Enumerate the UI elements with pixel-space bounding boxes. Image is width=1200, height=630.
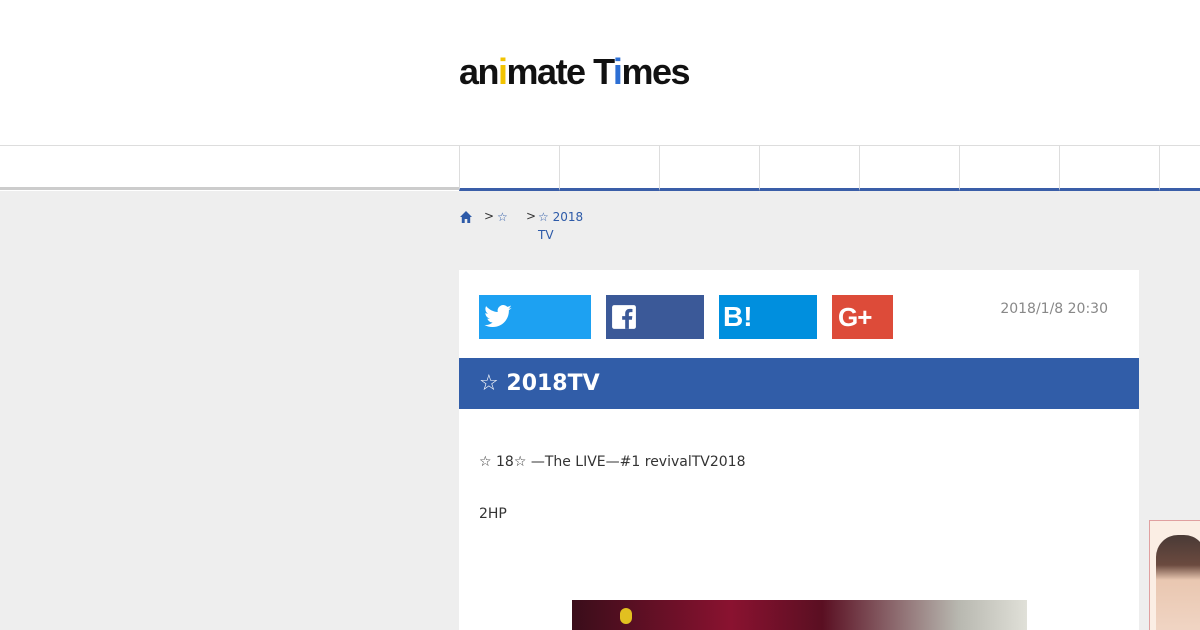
nav-tab[interactable] xyxy=(459,146,559,191)
logo-text: T xyxy=(593,51,614,92)
facebook-share-button[interactable] xyxy=(606,295,704,339)
twitter-share-button[interactable] xyxy=(479,295,591,339)
logo-text: an xyxy=(459,51,500,92)
logo-text: mes xyxy=(621,51,690,92)
nav-tab[interactable] xyxy=(659,146,759,191)
nav-tab[interactable] xyxy=(959,146,1059,191)
facebook-icon xyxy=(612,305,636,329)
nav-tab[interactable] xyxy=(859,146,959,191)
hatena-label: B! xyxy=(723,301,753,332)
nav-tab[interactable] xyxy=(559,146,659,191)
breadcrumb-item[interactable]: ☆ xyxy=(497,208,508,226)
google-plus-label: G+ xyxy=(838,302,872,332)
logo-text: mate xyxy=(506,51,594,92)
article-paragraph: ☆ 18☆ —The LIVE—#1 revivalTV2018 xyxy=(479,454,746,470)
article-card: B! G+ 2018/1/8 20:30 ☆ 2018TV ☆ 18☆ —The… xyxy=(459,270,1139,630)
side-banner[interactable] xyxy=(1149,520,1200,630)
twitter-icon xyxy=(484,305,512,328)
article-paragraph: 2HP xyxy=(479,506,507,522)
logo-text-accent-yellow: i xyxy=(498,51,508,92)
breadcrumb-item-current: TV xyxy=(538,228,554,242)
breadcrumb-separator: > xyxy=(484,209,495,223)
home-icon[interactable] xyxy=(459,210,473,224)
nav-tab[interactable] xyxy=(1159,146,1200,191)
site-header: animate Times xyxy=(0,0,1200,146)
nav-tab[interactable] xyxy=(1059,146,1159,191)
breadcrumb-item-current: ☆ 2018 xyxy=(538,210,584,224)
hatena-bookmark-button[interactable]: B! xyxy=(719,295,817,339)
article-title: ☆ 2018TV xyxy=(459,358,1139,409)
nav-tab[interactable] xyxy=(759,146,859,191)
publish-date: 2018/1/8 20:30 xyxy=(1000,301,1108,317)
google-plus-share-button[interactable]: G+ xyxy=(832,295,893,339)
breadcrumb-separator: > xyxy=(526,209,537,223)
image-detail xyxy=(620,608,632,624)
article-image xyxy=(572,600,1027,630)
banner-photo xyxy=(1156,535,1200,630)
nav-divider xyxy=(0,187,459,190)
global-nav xyxy=(0,146,1200,191)
site-logo[interactable]: animate Times xyxy=(459,51,690,92)
